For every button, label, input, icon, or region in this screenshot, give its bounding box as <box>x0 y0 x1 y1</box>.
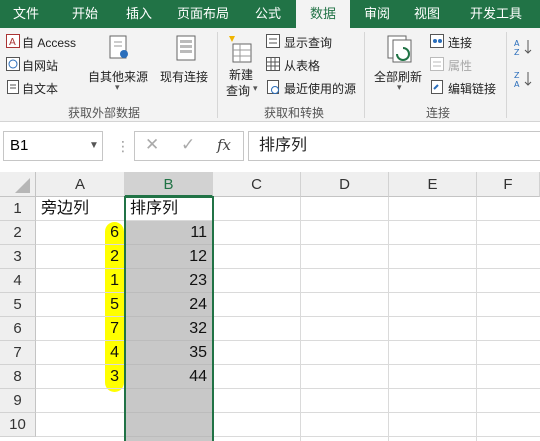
cell-b10[interactable] <box>125 413 213 437</box>
existing-connections-button[interactable]: 现有连接 <box>160 68 208 85</box>
row-header[interactable]: 6 <box>0 317 36 341</box>
recent-sources-icon <box>267 80 279 94</box>
chevron-down-icon: ▾ <box>253 83 258 93</box>
from-text-button[interactable]: 自文本 <box>22 80 58 97</box>
text-file-icon <box>7 80 19 94</box>
cell-b3[interactable]: 12 <box>125 245 213 269</box>
group-label-connections: 连接 <box>426 106 451 120</box>
cell-b4[interactable]: 23 <box>125 269 213 293</box>
access-icon: A <box>6 34 20 48</box>
column-header-a[interactable]: A <box>36 172 125 197</box>
row-header[interactable]: 1 <box>0 197 36 221</box>
cell-b1[interactable]: 排序列 <box>125 197 213 221</box>
tab-view[interactable]: 视图 <box>402 0 452 28</box>
chevron-down-icon: ▾ <box>397 82 402 92</box>
sort-ascending-icon[interactable]: AZ <box>514 38 534 56</box>
refresh-all-icon <box>387 35 412 63</box>
select-all-corner[interactable] <box>0 172 36 197</box>
new-query-button-line1[interactable]: 新建 <box>229 66 253 83</box>
row-header[interactable]: 4 <box>0 269 36 293</box>
connections-button[interactable]: 连接 <box>448 34 472 51</box>
row-header[interactable]: 2 <box>0 221 36 245</box>
cell-b7[interactable]: 35 <box>125 341 213 365</box>
group-label-get-external: 获取外部数据 <box>68 106 141 120</box>
empty-cells[interactable] <box>213 197 540 441</box>
ribbon-tab-bar: 文件 开始 插入 页面布局 公式 数据 审阅 视图 开发工具 <box>0 0 540 29</box>
column-header-e[interactable]: E <box>389 172 477 197</box>
tab-review[interactable]: 审阅 <box>354 0 400 28</box>
formula-buttons: ✕ ✓ fx <box>134 131 244 161</box>
cell-b2[interactable]: 11 <box>125 221 213 245</box>
show-queries-icon <box>266 34 280 48</box>
show-queries-button[interactable]: 显示查询 <box>284 34 332 51</box>
row-header[interactable]: 8 <box>0 365 36 389</box>
row-header[interactable]: 5 <box>0 293 36 317</box>
cell-b8[interactable]: 44 <box>125 365 213 389</box>
from-web-button[interactable]: 自网站 <box>22 57 58 74</box>
tab-data[interactable]: 数据 <box>296 0 350 29</box>
cell-a9[interactable] <box>36 389 125 413</box>
new-query-button-line2[interactable]: 查询 <box>226 82 250 99</box>
svg-text:A: A <box>9 37 16 48</box>
row-header[interactable]: 7 <box>0 341 36 365</box>
cell-b5[interactable]: 24 <box>125 293 213 317</box>
cell-a4[interactable]: 1 <box>36 269 125 293</box>
existing-connections-icon <box>176 35 196 61</box>
svg-text:Z: Z <box>514 71 520 80</box>
properties-icon <box>430 57 444 71</box>
group-divider <box>217 32 218 118</box>
cell-a6[interactable]: 7 <box>36 317 125 341</box>
cell-b9[interactable] <box>125 389 213 413</box>
chevron-down-icon: ▾ <box>115 82 120 92</box>
connections-icon <box>430 34 444 48</box>
tab-insert[interactable]: 插入 <box>114 0 164 28</box>
tab-developer[interactable]: 开发工具 <box>460 0 532 28</box>
cell-b6[interactable]: 32 <box>125 317 213 341</box>
group-label-get-transform: 获取和转换 <box>264 106 325 120</box>
cell-a7[interactable]: 4 <box>36 341 125 365</box>
tab-formulas[interactable]: 公式 <box>244 0 292 28</box>
row-header[interactable]: 9 <box>0 389 36 413</box>
recent-sources-button[interactable]: 最近使用的源 <box>284 80 356 97</box>
column-header-f[interactable]: F <box>477 172 540 197</box>
splitter-dots-icon[interactable]: ⋮ <box>116 134 130 158</box>
sort-descending-icon[interactable]: ZA <box>514 70 534 88</box>
column-header-c[interactable]: C <box>213 172 301 197</box>
web-icon <box>6 57 20 71</box>
other-sources-icon <box>109 35 128 59</box>
from-table-icon <box>266 57 280 71</box>
insert-function-icon[interactable]: fx <box>217 136 231 154</box>
properties-button[interactable]: 属性 <box>448 57 472 74</box>
tab-home[interactable]: 开始 <box>60 0 110 28</box>
svg-text:Z: Z <box>514 48 520 56</box>
cell-a2[interactable]: 6 <box>36 221 125 245</box>
edit-links-button[interactable]: 编辑链接 <box>448 80 496 97</box>
column-header-b[interactable]: B <box>125 172 213 197</box>
cell-a1[interactable]: 旁边列 <box>36 197 125 221</box>
enter-check-icon[interactable]: ✓ <box>181 135 195 155</box>
cell-a10[interactable] <box>36 413 125 437</box>
tab-file[interactable]: 文件 <box>0 0 52 28</box>
svg-text:A: A <box>514 80 520 88</box>
cell-a8[interactable]: 3 <box>36 365 125 389</box>
ribbon: A 自 Access 自网站 自文本 自其他来源 ▾ 现有连接 获取外部数据 新… <box>0 28 540 122</box>
row-header[interactable]: 10 <box>0 413 36 437</box>
cell-a3[interactable]: 2 <box>36 245 125 269</box>
name-box-dropdown-icon[interactable]: ▼ <box>86 131 102 161</box>
svg-text:A: A <box>514 39 520 48</box>
column-header-d[interactable]: D <box>301 172 389 197</box>
new-query-icon <box>229 36 252 63</box>
row-header[interactable]: 3 <box>0 245 36 269</box>
from-access-button[interactable]: 自 Access <box>22 34 76 51</box>
from-table-button[interactable]: 从表格 <box>284 57 320 74</box>
tab-page-layout[interactable]: 页面布局 <box>170 0 236 28</box>
group-divider <box>506 32 507 118</box>
formula-input[interactable]: 排序列 <box>248 131 540 161</box>
cell-a5[interactable]: 5 <box>36 293 125 317</box>
cancel-icon[interactable]: ✕ <box>145 135 159 155</box>
group-divider <box>364 32 365 118</box>
edit-links-icon <box>431 80 443 94</box>
